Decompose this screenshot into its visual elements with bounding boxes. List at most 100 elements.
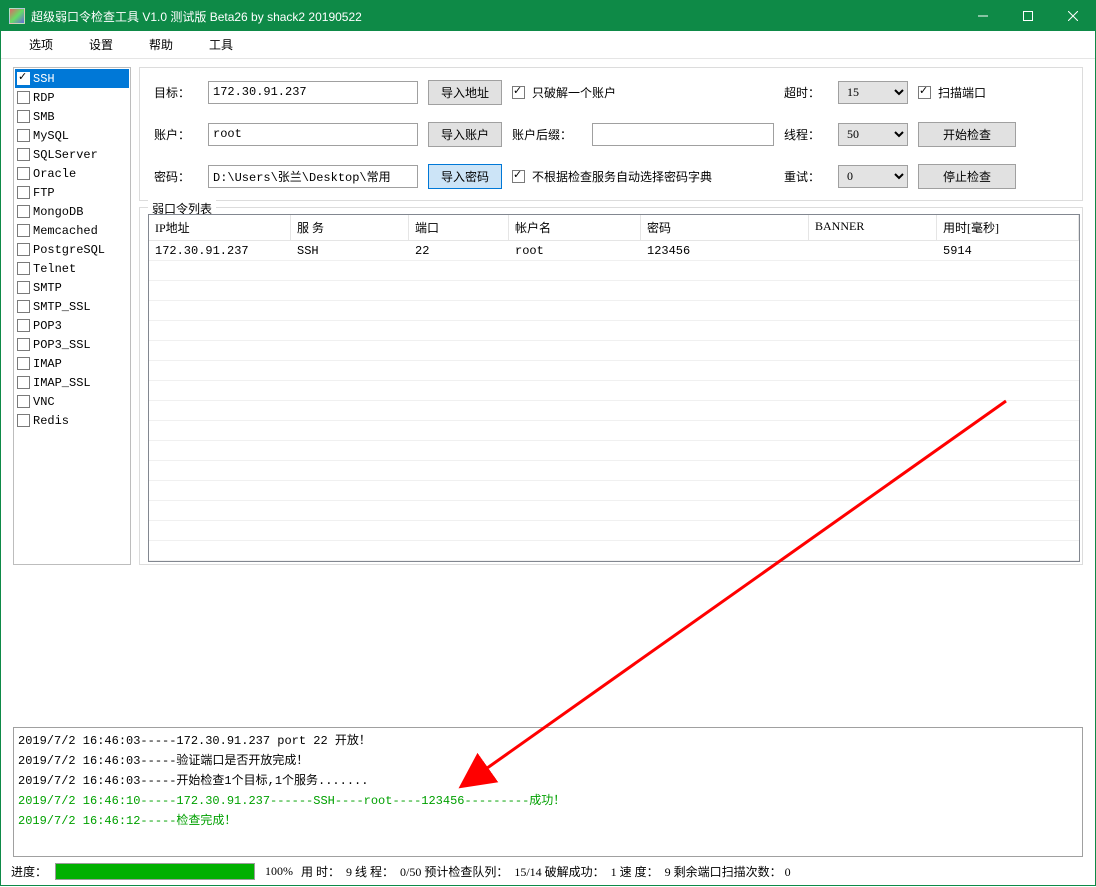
status-bar: 进度： 100% 用 时： 9 线 程： 0/50 预计检查队列： 15/14 … xyxy=(1,857,1095,885)
timeout-select[interactable]: 15 xyxy=(838,81,908,104)
import-pass-button[interactable]: 导入密码 xyxy=(428,164,502,189)
start-button[interactable]: 开始检查 xyxy=(918,122,1016,147)
service-checkbox[interactable] xyxy=(17,129,30,142)
log-panel[interactable]: 2019/7/2 16:46:03-----172.30.91.237 port… xyxy=(13,727,1083,857)
suffix-input[interactable] xyxy=(592,123,774,146)
service-label: SQLServer xyxy=(33,148,98,162)
log-line: 2019/7/2 16:46:10-----172.30.91.237-----… xyxy=(18,791,1078,811)
service-item-ssh[interactable]: SSH xyxy=(15,69,129,88)
col-time[interactable]: 用时[毫秒] xyxy=(937,215,1079,240)
only-one-checkbox[interactable] xyxy=(512,86,525,99)
service-checkbox[interactable] xyxy=(17,262,30,275)
menu-options[interactable]: 选项 xyxy=(13,32,69,57)
progress-pct: 100% xyxy=(265,864,293,879)
service-item-redis[interactable]: Redis xyxy=(15,411,129,430)
minimize-button[interactable] xyxy=(960,1,1005,31)
service-checkbox[interactable] xyxy=(17,395,30,408)
stop-button[interactable]: 停止检查 xyxy=(918,164,1016,189)
progress-fill xyxy=(56,864,254,879)
only-one-label: 只破解一个账户 xyxy=(532,84,616,101)
col-pass[interactable]: 密码 xyxy=(641,215,809,240)
service-item-oracle[interactable]: Oracle xyxy=(15,164,129,183)
service-item-mongodb[interactable]: MongoDB xyxy=(15,202,129,221)
target-label: 目标： xyxy=(154,84,198,101)
noauto-label: 不根据检查服务自动选择密码字典 xyxy=(532,168,712,185)
target-input[interactable] xyxy=(208,81,418,104)
noauto-checkbox[interactable] xyxy=(512,170,525,183)
pass-input[interactable] xyxy=(208,165,418,188)
service-item-vnc[interactable]: VNC xyxy=(15,392,129,411)
service-checkbox[interactable] xyxy=(17,243,30,256)
service-item-smb[interactable]: SMB xyxy=(15,107,129,126)
log-line: 2019/7/2 16:46:12-----检查完成！ xyxy=(18,811,1078,831)
service-checkbox[interactable] xyxy=(17,281,30,294)
service-label: Memcached xyxy=(33,224,98,238)
menu-help[interactable]: 帮助 xyxy=(133,32,189,57)
service-item-postgresql[interactable]: PostgreSQL xyxy=(15,240,129,259)
col-service[interactable]: 服 务 xyxy=(291,215,409,240)
service-checkbox[interactable] xyxy=(17,91,30,104)
service-checkbox[interactable] xyxy=(17,376,30,389)
service-checkbox[interactable] xyxy=(17,338,30,351)
service-item-mysql[interactable]: MySQL xyxy=(15,126,129,145)
col-port[interactable]: 端口 xyxy=(409,215,509,240)
service-checkbox[interactable] xyxy=(17,110,30,123)
service-checkbox[interactable] xyxy=(17,186,30,199)
service-item-pop3[interactable]: POP3 xyxy=(15,316,129,335)
user-input[interactable] xyxy=(208,123,418,146)
service-checkbox[interactable] xyxy=(17,72,30,85)
scan-port-checkbox[interactable] xyxy=(918,86,931,99)
service-label: MongoDB xyxy=(33,205,83,219)
service-item-imap[interactable]: IMAP xyxy=(15,354,129,373)
maximize-button[interactable] xyxy=(1005,1,1050,31)
service-checkbox[interactable] xyxy=(17,148,30,161)
result-table[interactable]: IP地址 服 务 端口 帐户名 密码 BANNER 用时[毫秒] 172.30.… xyxy=(148,214,1080,562)
service-item-memcached[interactable]: Memcached xyxy=(15,221,129,240)
scan-port-label: 扫描端口 xyxy=(938,84,986,101)
menu-tools[interactable]: 工具 xyxy=(193,32,249,57)
service-item-rdp[interactable]: RDP xyxy=(15,88,129,107)
service-list[interactable]: SSH RDP SMB MySQL SQLServer Oracle FTP MongoDB M… xyxy=(13,67,131,565)
retry-select[interactable]: 0 xyxy=(838,165,908,188)
col-ip[interactable]: IP地址 xyxy=(149,215,291,240)
col-user[interactable]: 帐户名 xyxy=(509,215,641,240)
service-checkbox[interactable] xyxy=(17,224,30,237)
service-label: RDP xyxy=(33,91,55,105)
service-checkbox[interactable] xyxy=(17,300,30,313)
close-button[interactable] xyxy=(1050,1,1095,31)
service-checkbox[interactable] xyxy=(17,357,30,370)
log-line: 2019/7/2 16:46:03-----172.30.91.237 port… xyxy=(18,731,1078,751)
form-panel: 目标： 导入地址 只破解一个账户 超时： 15 扫描端口 账户： xyxy=(139,67,1083,201)
timeout-label: 超时： xyxy=(784,84,828,101)
service-label: SMB xyxy=(33,110,55,124)
service-checkbox[interactable] xyxy=(17,167,30,180)
import-address-button[interactable]: 导入地址 xyxy=(428,80,502,105)
progress-label: 进度： xyxy=(11,863,47,880)
col-banner[interactable]: BANNER xyxy=(809,215,937,240)
menu-bar: 选项 设置 帮助 工具 xyxy=(1,31,1095,59)
service-label: POP3 xyxy=(33,319,62,333)
service-checkbox[interactable] xyxy=(17,205,30,218)
service-checkbox[interactable] xyxy=(17,319,30,332)
service-item-pop3_ssl[interactable]: POP3_SSL xyxy=(15,335,129,354)
service-label: Oracle xyxy=(33,167,76,181)
service-label: Telnet xyxy=(33,262,76,276)
service-item-smtp_ssl[interactable]: SMTP_SSL xyxy=(15,297,129,316)
service-item-ftp[interactable]: FTP xyxy=(15,183,129,202)
menu-settings[interactable]: 设置 xyxy=(73,32,129,57)
service-label: SMTP xyxy=(33,281,62,295)
result-group: 弱口令列表 IP地址 服 务 端口 帐户名 密码 BANNER 用时[毫秒] 1… xyxy=(139,207,1083,565)
import-user-button[interactable]: 导入账户 xyxy=(428,122,502,147)
service-item-smtp[interactable]: SMTP xyxy=(15,278,129,297)
service-checkbox[interactable] xyxy=(17,414,30,427)
service-item-sqlserver[interactable]: SQLServer xyxy=(15,145,129,164)
service-item-imap_ssl[interactable]: IMAP_SSL xyxy=(15,373,129,392)
service-item-telnet[interactable]: Telnet xyxy=(15,259,129,278)
log-line: 2019/7/2 16:46:03-----开始检查1个目标,1个服务.....… xyxy=(18,771,1078,791)
service-label: MySQL xyxy=(33,129,69,143)
service-label: SSH xyxy=(33,72,55,86)
result-header: IP地址 服 务 端口 帐户名 密码 BANNER 用时[毫秒] xyxy=(149,215,1079,241)
log-line: 2019/7/2 16:46:03-----验证端口是否开放完成！ xyxy=(18,751,1078,771)
threads-select[interactable]: 50 xyxy=(838,123,908,146)
table-row[interactable]: 172.30.91.237SSH22root1234565914 xyxy=(149,241,1079,261)
